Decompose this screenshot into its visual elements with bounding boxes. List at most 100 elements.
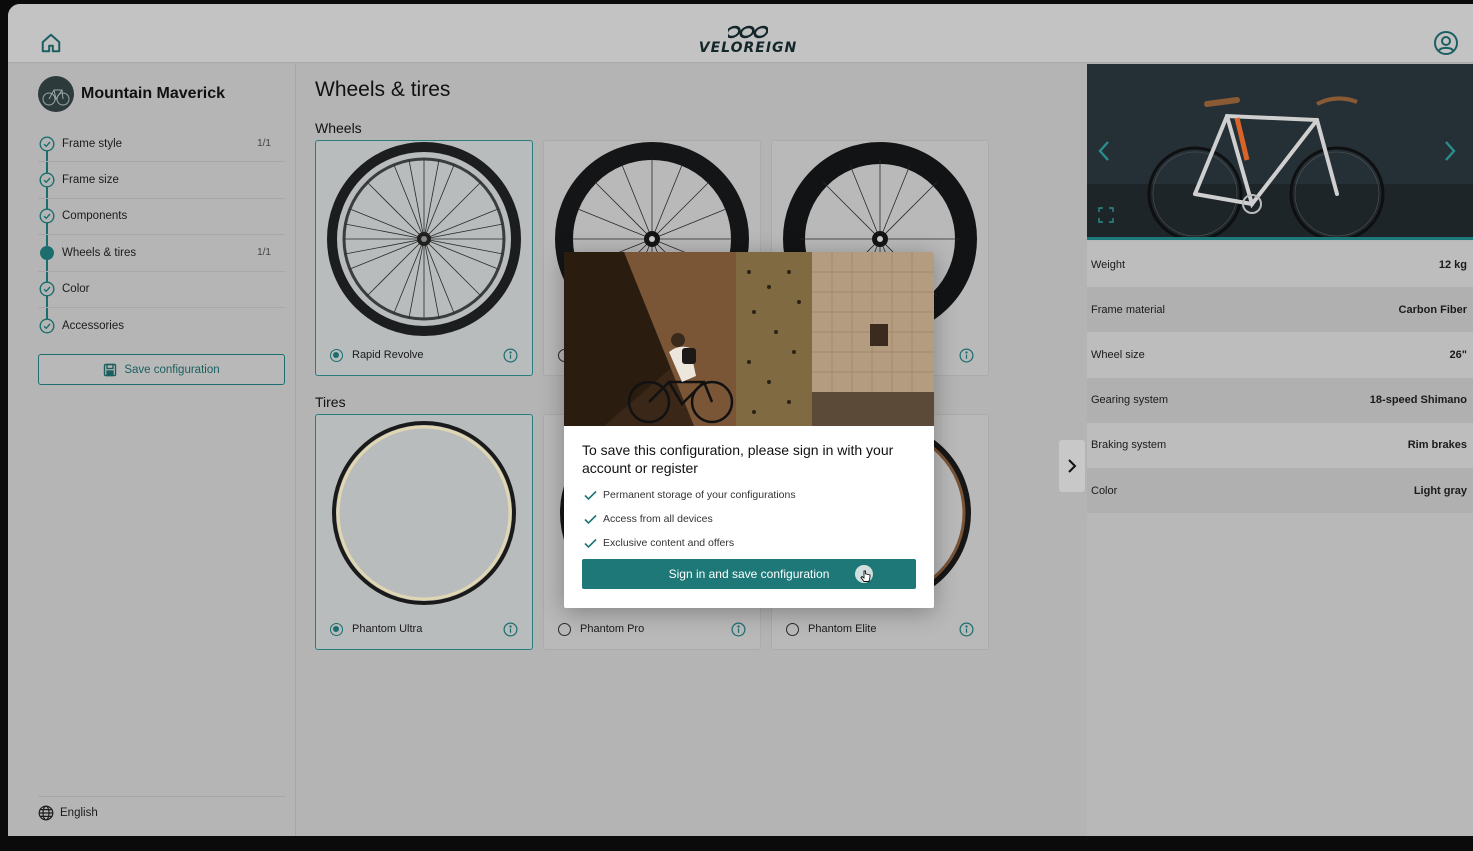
spec-label: Gearing system (1091, 394, 1169, 407)
summary-panel: Weight 12 kg Frame material Carbon Fiber W… (1087, 64, 1473, 836)
radio-selected[interactable] (330, 622, 343, 636)
check-circle-icon (39, 208, 55, 224)
avatar (38, 76, 74, 112)
bike-preview (1087, 64, 1473, 240)
benefit-text: Permanent storage of your configurations (603, 489, 796, 501)
cta-label: Sign in and save configuration (668, 567, 830, 581)
benefit-text: Access from all devices (603, 513, 713, 525)
step-color[interactable]: Color (38, 272, 285, 308)
hand-cursor-icon (855, 565, 873, 583)
spec-row-wheel-size: Wheel size 26" (1087, 332, 1473, 378)
brand-logo[interactable]: VELOREIGN (698, 24, 798, 56)
step-label: Wheels & tires (62, 246, 137, 259)
benefit-text: Exclusive content and offers (603, 537, 735, 549)
info-icon[interactable] (503, 622, 518, 637)
spec-label: Braking system (1091, 439, 1167, 452)
step-count: 1/1 (257, 247, 271, 259)
fullscreen-icon[interactable] (1097, 206, 1115, 224)
sign-in-and-save-button[interactable]: Sign in and save configuration (582, 559, 916, 589)
info-icon[interactable] (959, 622, 974, 637)
step-list: Frame style 1/1 Frame size Components Wh… (38, 126, 285, 344)
bike-image (1087, 64, 1473, 240)
chevron-right-icon[interactable] (1441, 139, 1459, 163)
brand-name: VELOREIGN (698, 40, 798, 56)
info-icon[interactable] (731, 622, 746, 637)
tires-section-title: Tires (315, 394, 346, 410)
wheel-card-rapid-revolve[interactable]: Rapid Revolve (315, 140, 533, 376)
language-selector[interactable]: English (38, 805, 98, 821)
spec-value: Rim brakes (1407, 439, 1467, 452)
check-circle-icon (39, 318, 55, 334)
chevron-left-icon[interactable] (1095, 139, 1113, 163)
card-footer: Phantom Pro (544, 609, 760, 649)
check-circle-icon (39, 136, 55, 152)
check-circle-icon (39, 281, 55, 297)
spec-label: Color (1091, 484, 1118, 497)
tire-card-phantom-ultra[interactable]: Phantom Ultra (315, 414, 533, 650)
wheels-section-title: Wheels (315, 120, 362, 136)
check-icon (584, 538, 597, 548)
home-icon[interactable] (40, 32, 62, 54)
spec-list: Weight 12 kg Frame material Carbon Fiber W… (1087, 242, 1473, 514)
wheel-image (316, 141, 532, 336)
save-configuration-button[interactable]: Save configuration (38, 354, 285, 385)
spec-row-gearing-system: Gearing system 18-speed Shimano (1087, 377, 1473, 423)
step-label: Components (62, 210, 128, 223)
step-label: Color (62, 283, 90, 296)
spec-label: Weight (1091, 258, 1126, 271)
step-wheels-tires[interactable]: Wheels & tires 1/1 (38, 235, 285, 272)
modal-hero-image (564, 252, 934, 426)
card-footer: Rapid Revolve (316, 335, 532, 375)
chevron-right-icon (1068, 459, 1077, 473)
tire-name: Phantom Elite (808, 623, 877, 635)
brand-mark-icon (728, 25, 768, 39)
wheel-name: Rapid Revolve (352, 349, 424, 361)
page-title: Wheels & tires (315, 78, 451, 101)
info-icon[interactable] (503, 348, 518, 363)
spec-value: 18-speed Shimano (1369, 394, 1467, 407)
account-circle-icon[interactable] (1433, 30, 1459, 56)
step-accessories[interactable]: Accessories (38, 308, 285, 344)
profile-name: Mountain Maverick (81, 85, 226, 102)
save-configuration-label: Save configuration (124, 363, 220, 376)
expand-panel-button[interactable] (1059, 440, 1085, 492)
tire-name: Phantom Ultra (352, 623, 423, 635)
spec-label: Frame material (1091, 303, 1165, 316)
top-bar: VELOREIGN (8, 4, 1473, 63)
globe-icon (38, 805, 54, 821)
spec-row-weight: Weight 12 kg (1087, 242, 1473, 288)
config-sidebar: Mountain Maverick Frame style 1/1 Frame … (8, 64, 296, 836)
spec-value: 26" (1449, 348, 1467, 361)
spec-value: Light gray (1413, 484, 1467, 497)
check-icon (584, 490, 597, 500)
profile: Mountain Maverick (38, 76, 225, 112)
step-frame-size[interactable]: Frame size (38, 162, 285, 199)
spec-row-frame-material: Frame material Carbon Fiber (1087, 287, 1473, 333)
tire-name: Phantom Pro (580, 623, 645, 635)
card-footer: Phantom Ultra (316, 609, 532, 649)
spec-row-color: Color Light gray (1087, 467, 1473, 514)
tire-image (316, 415, 532, 610)
benefit-item: Access from all devices (584, 507, 796, 531)
sign-in-modal: To save this configuration, please sign … (564, 252, 934, 608)
radio-unselected[interactable] (786, 622, 799, 636)
info-icon[interactable] (959, 348, 974, 363)
step-label: Frame size (62, 174, 119, 187)
app-window: VELOREIGN Mountain Maverick Frame style … (8, 4, 1473, 836)
spec-value: 12 kg (1438, 258, 1467, 271)
card-footer: Phantom Elite (772, 609, 988, 649)
spec-label: Wheel size (1091, 348, 1145, 361)
spec-row-braking-system: Braking system Rim brakes (1087, 422, 1473, 468)
radio-unselected[interactable] (558, 622, 571, 636)
preview-accent-line (1087, 237, 1473, 240)
check-icon (584, 514, 597, 524)
save-icon (104, 363, 117, 376)
step-count: 1/1 (257, 138, 271, 150)
benefit-item: Permanent storage of your configurations (584, 483, 796, 507)
language-label: English (60, 807, 98, 819)
step-frame-style[interactable]: Frame style 1/1 (38, 126, 285, 163)
step-components[interactable]: Components (38, 199, 285, 236)
step-label: Accessories (62, 320, 124, 333)
spec-value: Carbon Fiber (1398, 303, 1467, 316)
radio-selected[interactable] (330, 348, 343, 362)
